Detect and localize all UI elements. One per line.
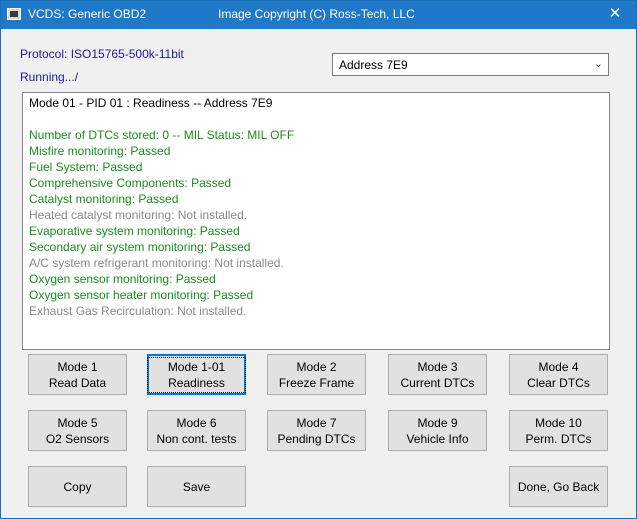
output-line: Catalyst monitoring: Passed: [29, 192, 179, 206]
done-go-back-button[interactable]: Done, Go Back: [509, 466, 608, 507]
button-line-2: Freeze Frame: [278, 375, 355, 390]
button-line-1: Mode 7: [296, 415, 337, 430]
mode-2-freeze-frame-button[interactable]: Mode 2 Freeze Frame: [267, 354, 366, 395]
output-line: Oxygen sensor monitoring: Passed: [29, 272, 216, 286]
status-label: Running.../: [20, 70, 79, 84]
button-line-2: Readiness: [168, 375, 225, 390]
title-bar[interactable]: VCDS: Generic OBD2 Image Copyright (C) R…: [1, 1, 636, 29]
close-icon[interactable]: ✕: [604, 4, 626, 24]
output-line: Misfire monitoring: Passed: [29, 144, 171, 158]
output-line: Mode 01 - PID 01 : Readiness -- Address …: [29, 96, 273, 110]
output-line: Exhaust Gas Recirculation: Not installed…: [29, 304, 247, 318]
focus-rect: Mode 1-01 Readiness: [147, 356, 246, 393]
protocol-label: Protocol: ISO15765-500k-11bit: [20, 47, 184, 61]
address-select[interactable]: Address 7E9 ⌄: [332, 53, 609, 76]
button-line-1: Mode 1: [57, 359, 98, 374]
mode-5-o2-sensors-button[interactable]: Mode 5 O2 Sensors: [28, 410, 127, 451]
button-line-1: Mode 4: [538, 359, 579, 374]
address-select-value: Address 7E9: [339, 58, 408, 72]
output-line: Evaporative system monitoring: Passed: [29, 224, 240, 238]
mode-7-pending-dtcs-button[interactable]: Mode 7 Pending DTCs: [267, 410, 366, 451]
app-icon[interactable]: [7, 8, 21, 20]
mode-1-01-readiness-button[interactable]: Mode 1-01 Readiness: [147, 354, 246, 395]
button-line-1: Mode 6: [176, 415, 217, 430]
output-line: Secondary air system monitoring: Passed: [29, 240, 251, 254]
save-button[interactable]: Save: [147, 466, 246, 507]
button-label: Done, Go Back: [517, 479, 600, 494]
button-line-1: Mode 3: [417, 359, 458, 374]
button-line-2: Read Data: [48, 375, 107, 390]
output-line: Number of DTCs stored: 0 -- MIL Status: …: [29, 128, 295, 142]
vcds-window: VCDS: Generic OBD2 Image Copyright (C) R…: [0, 0, 637, 519]
mode-4-clear-dtcs-button[interactable]: Mode 4 Clear DTCs: [509, 354, 608, 395]
copy-button[interactable]: Copy: [28, 466, 127, 507]
output-line: Fuel System: Passed: [29, 160, 143, 174]
output-line: Oxygen sensor heater monitoring: Passed: [29, 288, 254, 302]
chevron-down-icon[interactable]: ⌄: [594, 57, 603, 70]
button-line-2: Perm. DTCs: [525, 431, 592, 446]
output-line: Heated catalyst monitoring: Not installe…: [29, 208, 248, 222]
output-line: Comprehensive Components: Passed: [29, 176, 232, 190]
button-line-2: O2 Sensors: [45, 431, 110, 446]
button-line-1: Mode 10: [535, 415, 582, 430]
mode-1-read-data-button[interactable]: Mode 1 Read Data: [28, 354, 127, 395]
mode-6-non-cont-tests-button[interactable]: Mode 6 Non cont. tests: [147, 410, 246, 451]
button-line-2: Non cont. tests: [156, 431, 237, 446]
button-line-2: Vehicle Info: [406, 431, 469, 446]
button-line-1: Mode 1-01: [167, 359, 226, 374]
copyright-title: Image Copyright (C) Ross-Tech, LLC: [218, 7, 415, 21]
button-label: Save: [182, 479, 211, 494]
mode-10-perm-dtcs-button[interactable]: Mode 10 Perm. DTCs: [509, 410, 608, 451]
button-line-1: Mode 5: [57, 415, 98, 430]
mode-9-vehicle-info-button[interactable]: Mode 9 Vehicle Info: [388, 410, 487, 451]
window-title: VCDS: Generic OBD2: [28, 7, 147, 21]
button-line-2: Clear DTCs: [527, 375, 590, 390]
button-label: Copy: [63, 479, 92, 494]
output-line: A/C system refrigerant monitoring: Not i…: [29, 256, 284, 270]
button-line-1: Mode 2: [296, 359, 337, 374]
button-line-2: Pending DTCs: [277, 431, 356, 446]
readiness-output[interactable]: Mode 01 - PID 01 : Readiness -- Address …: [22, 92, 610, 350]
button-line-1: Mode 9: [417, 415, 458, 430]
button-line-2: Current DTCs: [400, 375, 475, 390]
mode-3-current-dtcs-button[interactable]: Mode 3 Current DTCs: [388, 354, 487, 395]
